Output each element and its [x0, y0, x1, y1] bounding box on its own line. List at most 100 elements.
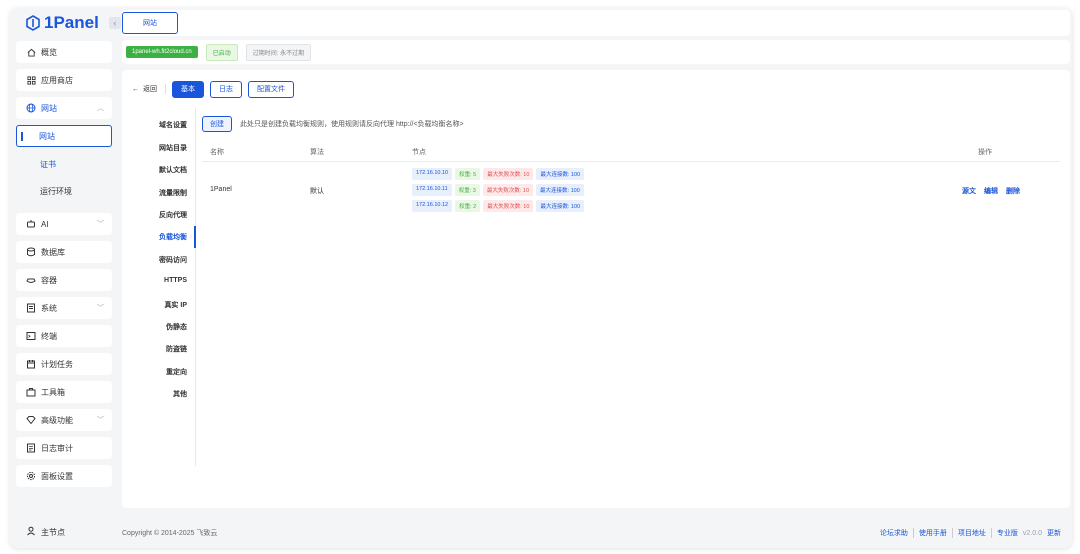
calendar-icon: [26, 359, 36, 369]
terminal-icon: [26, 331, 36, 341]
menu-password-access[interactable]: 密码访问: [159, 255, 187, 265]
source-button[interactable]: 源文: [962, 186, 976, 196]
globe-icon: [26, 103, 36, 113]
app-window: 1Panel ‹ 概览 应用商店 网站 ︿ 网站 证书 运行环境 AI ﹀ 数据…: [10, 8, 1072, 548]
sidebar-item-log-audit[interactable]: 日志审计: [16, 437, 112, 459]
sidebar-item-cron[interactable]: 计划任务: [16, 353, 112, 375]
update-link[interactable]: 更新: [1047, 528, 1066, 538]
footer-link-forum[interactable]: 论坛求助: [875, 528, 913, 538]
back-button[interactable]: ← 返回: [132, 84, 166, 94]
node-max-conns: 最大连接数: 100: [536, 184, 584, 196]
node-weight: 权重: 2: [455, 200, 481, 212]
footer-link-project[interactable]: 项目地址: [951, 528, 991, 538]
menu-https[interactable]: HTTPS: [164, 277, 187, 284]
log-icon: [26, 443, 36, 453]
menu-rewrite[interactable]: 伪静态: [166, 322, 187, 332]
database-icon: [26, 247, 36, 257]
site-domain-tag: 1panel-wh.fit2cloud.cn: [126, 46, 198, 58]
user-icon: [26, 526, 36, 538]
menu-reverse-proxy[interactable]: 反向代理: [159, 210, 187, 220]
menu-other[interactable]: 其他: [173, 389, 187, 399]
sidebar-item-advanced[interactable]: 高级功能 ﹀: [16, 409, 112, 431]
menu-anti-leech[interactable]: 防盗链: [166, 344, 187, 354]
node-ip: 172.16.10.12: [412, 200, 453, 212]
site-info-bar: 1panel-wh.fit2cloud.cn 已启动 过期时间: 永不过期: [122, 40, 1070, 64]
sidebar-item-toolbox[interactable]: 工具箱: [16, 381, 112, 403]
sidebar-item-label: 应用商店: [41, 75, 73, 85]
sidebar-item-label: 高级功能: [41, 415, 73, 425]
sidebar-item-container[interactable]: 容器: [16, 269, 112, 291]
status-badge: 已启动: [205, 43, 238, 61]
settings-menu: 域名设置 网站目录 默认文档 流量限制 反向代理 负载均衡 密码访问 HTTPS…: [134, 108, 196, 466]
create-button[interactable]: 创建: [202, 116, 232, 132]
sidebar-item-website[interactable]: 网站 ︿: [16, 97, 112, 119]
sidebar-item-system[interactable]: 系统 ﹀: [16, 297, 112, 319]
chevron-down-icon: ﹀: [97, 221, 104, 228]
sidebar-item-label: AI: [41, 219, 49, 229]
sidebar-item-database[interactable]: 数据库: [16, 241, 112, 263]
sidebar-item-label: 网站: [39, 131, 55, 141]
sidebar-subitem-website[interactable]: 网站: [16, 125, 112, 147]
table-header: 名称 算法 节点 操作: [202, 140, 1060, 162]
footer-link-docs[interactable]: 使用手册: [912, 528, 952, 538]
edit-button[interactable]: 编辑: [984, 186, 998, 196]
node-weight: 权重: 3: [454, 184, 480, 196]
robot-icon: [26, 219, 36, 229]
node-switcher[interactable]: 主节点: [26, 526, 65, 538]
tab-website[interactable]: 网站: [122, 12, 178, 34]
column-actions: 操作: [978, 149, 992, 156]
collapse-sidebar-icon[interactable]: ‹: [108, 17, 121, 29]
chevron-down-icon: ﹀: [97, 417, 104, 424]
menu-load-balance[interactable]: 负载均衡: [159, 232, 187, 242]
chevron-down-icon: ﹀: [97, 305, 104, 312]
menu-rate-limit[interactable]: 流量限制: [159, 188, 187, 198]
node-entry: 172.16.10.10 权重: 5 最大失败次数: 10 最大连接数: 100: [412, 168, 585, 180]
delete-button[interactable]: 删除: [1006, 186, 1020, 196]
arrow-left-icon: ←: [132, 85, 139, 93]
sidebar-item-label: 工具箱: [41, 387, 65, 397]
sidebar-item-overview[interactable]: 概览: [16, 41, 112, 63]
sidebar-item-ai[interactable]: AI ﹀: [16, 213, 112, 235]
column-nodes: 节点: [412, 149, 426, 156]
system-icon: [26, 303, 36, 313]
sidebar-item-label: 系统: [41, 303, 57, 313]
footer-links: 论坛求助 使用手册 项目地址 专业版 v2.0.0 更新: [875, 528, 1066, 538]
version-label: v2.0.0: [1022, 529, 1042, 537]
node-max-conns: 最大连接数: 100: [536, 168, 585, 180]
home-icon: [26, 47, 36, 57]
hint-text: 此处只是创建负载均衡规则，使用规则请反向代理 http://<负载均衡名称>: [240, 121, 464, 128]
menu-redirect[interactable]: 重定向: [166, 367, 187, 377]
row-algorithm: 默认: [310, 188, 324, 195]
footer-link-pro[interactable]: 专业版: [990, 528, 1023, 538]
sidebar-subitem-runtime[interactable]: 运行环境: [16, 180, 112, 202]
sidebar-item-label: 终端: [41, 331, 57, 341]
tab-basic[interactable]: 基本: [172, 80, 204, 98]
back-label: 返回: [143, 86, 157, 93]
tab-config-file[interactable]: 配置文件: [248, 80, 294, 98]
node-ip: 172.16.10.10: [412, 168, 453, 180]
sidebar-item-label: 计划任务: [41, 359, 73, 369]
diamond-icon: [26, 415, 36, 425]
sidebar-item-label: 容器: [41, 275, 57, 285]
table-row: 1Panel 默认 172.16.10.10 权重: 5 最大失败次数: 10 …: [202, 164, 1060, 214]
menu-default-doc[interactable]: 默认文档: [159, 165, 187, 175]
menu-site-dir[interactable]: 网站目录: [159, 143, 187, 153]
menu-domain[interactable]: 域名设置: [159, 120, 187, 130]
logo-text: 1Panel: [44, 13, 99, 32]
node-max-fails: 最大失败次数: 10: [483, 200, 534, 212]
tab-log[interactable]: 日志: [210, 80, 242, 98]
node-max-fails: 最大失败次数: 10: [482, 184, 534, 196]
sidebar: 1Panel ‹ 概览 应用商店 网站 ︿ 网站 证书 运行环境 AI ﹀ 数据…: [10, 8, 121, 548]
sidebar-item-panel-settings[interactable]: 面板设置: [16, 465, 112, 487]
node-ip: 172.16.10.11: [412, 184, 452, 196]
sidebar-subitem-certificate[interactable]: 证书: [16, 153, 112, 175]
main-panel: ← 返回 基本 日志 配置文件 域名设置 网站目录 默认文档 流量限制 反向代理…: [122, 70, 1070, 508]
sidebar-item-label: 面板设置: [41, 471, 73, 481]
sidebar-item-app-store[interactable]: 应用商店: [16, 69, 112, 91]
node-entry: 172.16.10.11 权重: 3 最大失败次数: 10 最大连接数: 100: [412, 184, 584, 196]
menu-real-ip[interactable]: 真实 IP: [164, 300, 187, 310]
sidebar-item-label: 网站: [41, 103, 57, 113]
sidebar-item-label: 证书: [40, 159, 56, 169]
sidebar-item-terminal[interactable]: 终端: [16, 325, 112, 347]
sidebar-item-label: 运行环境: [40, 186, 72, 196]
